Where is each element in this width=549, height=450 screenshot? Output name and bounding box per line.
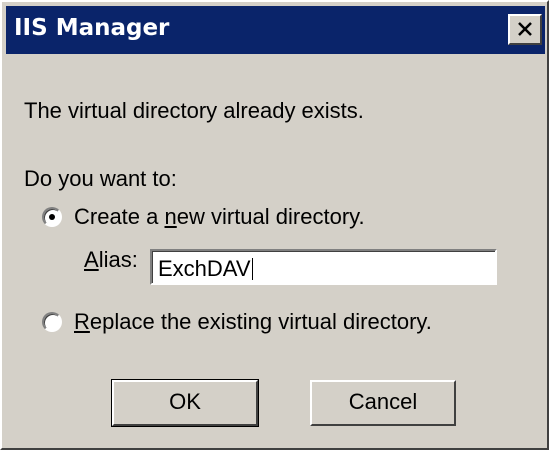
dialog-title: IIS Manager xyxy=(14,15,170,41)
close-icon xyxy=(518,22,532,36)
radio-selected-dot xyxy=(49,214,55,220)
create-new-label[interactable]: Create a new virtual directory. xyxy=(74,204,365,230)
alias-label: Alias: xyxy=(84,247,138,272)
create-new-radio[interactable] xyxy=(42,207,62,227)
cancel-button[interactable]: Cancel xyxy=(310,380,456,426)
text-caret xyxy=(251,258,253,280)
ok-button[interactable]: OK xyxy=(111,379,259,427)
iis-manager-dialog: IIS Manager The virtual directory alread… xyxy=(0,0,549,450)
title-bar: IIS Manager xyxy=(6,6,545,54)
replace-existing-radio[interactable] xyxy=(42,312,62,332)
close-button[interactable] xyxy=(508,14,542,45)
alias-input[interactable]: ExchDAV xyxy=(150,249,497,285)
question-text: Do you want to: xyxy=(24,166,177,191)
replace-existing-label[interactable]: Replace the existing virtual directory. xyxy=(74,309,432,335)
message-text: The virtual directory already exists. xyxy=(24,98,364,123)
